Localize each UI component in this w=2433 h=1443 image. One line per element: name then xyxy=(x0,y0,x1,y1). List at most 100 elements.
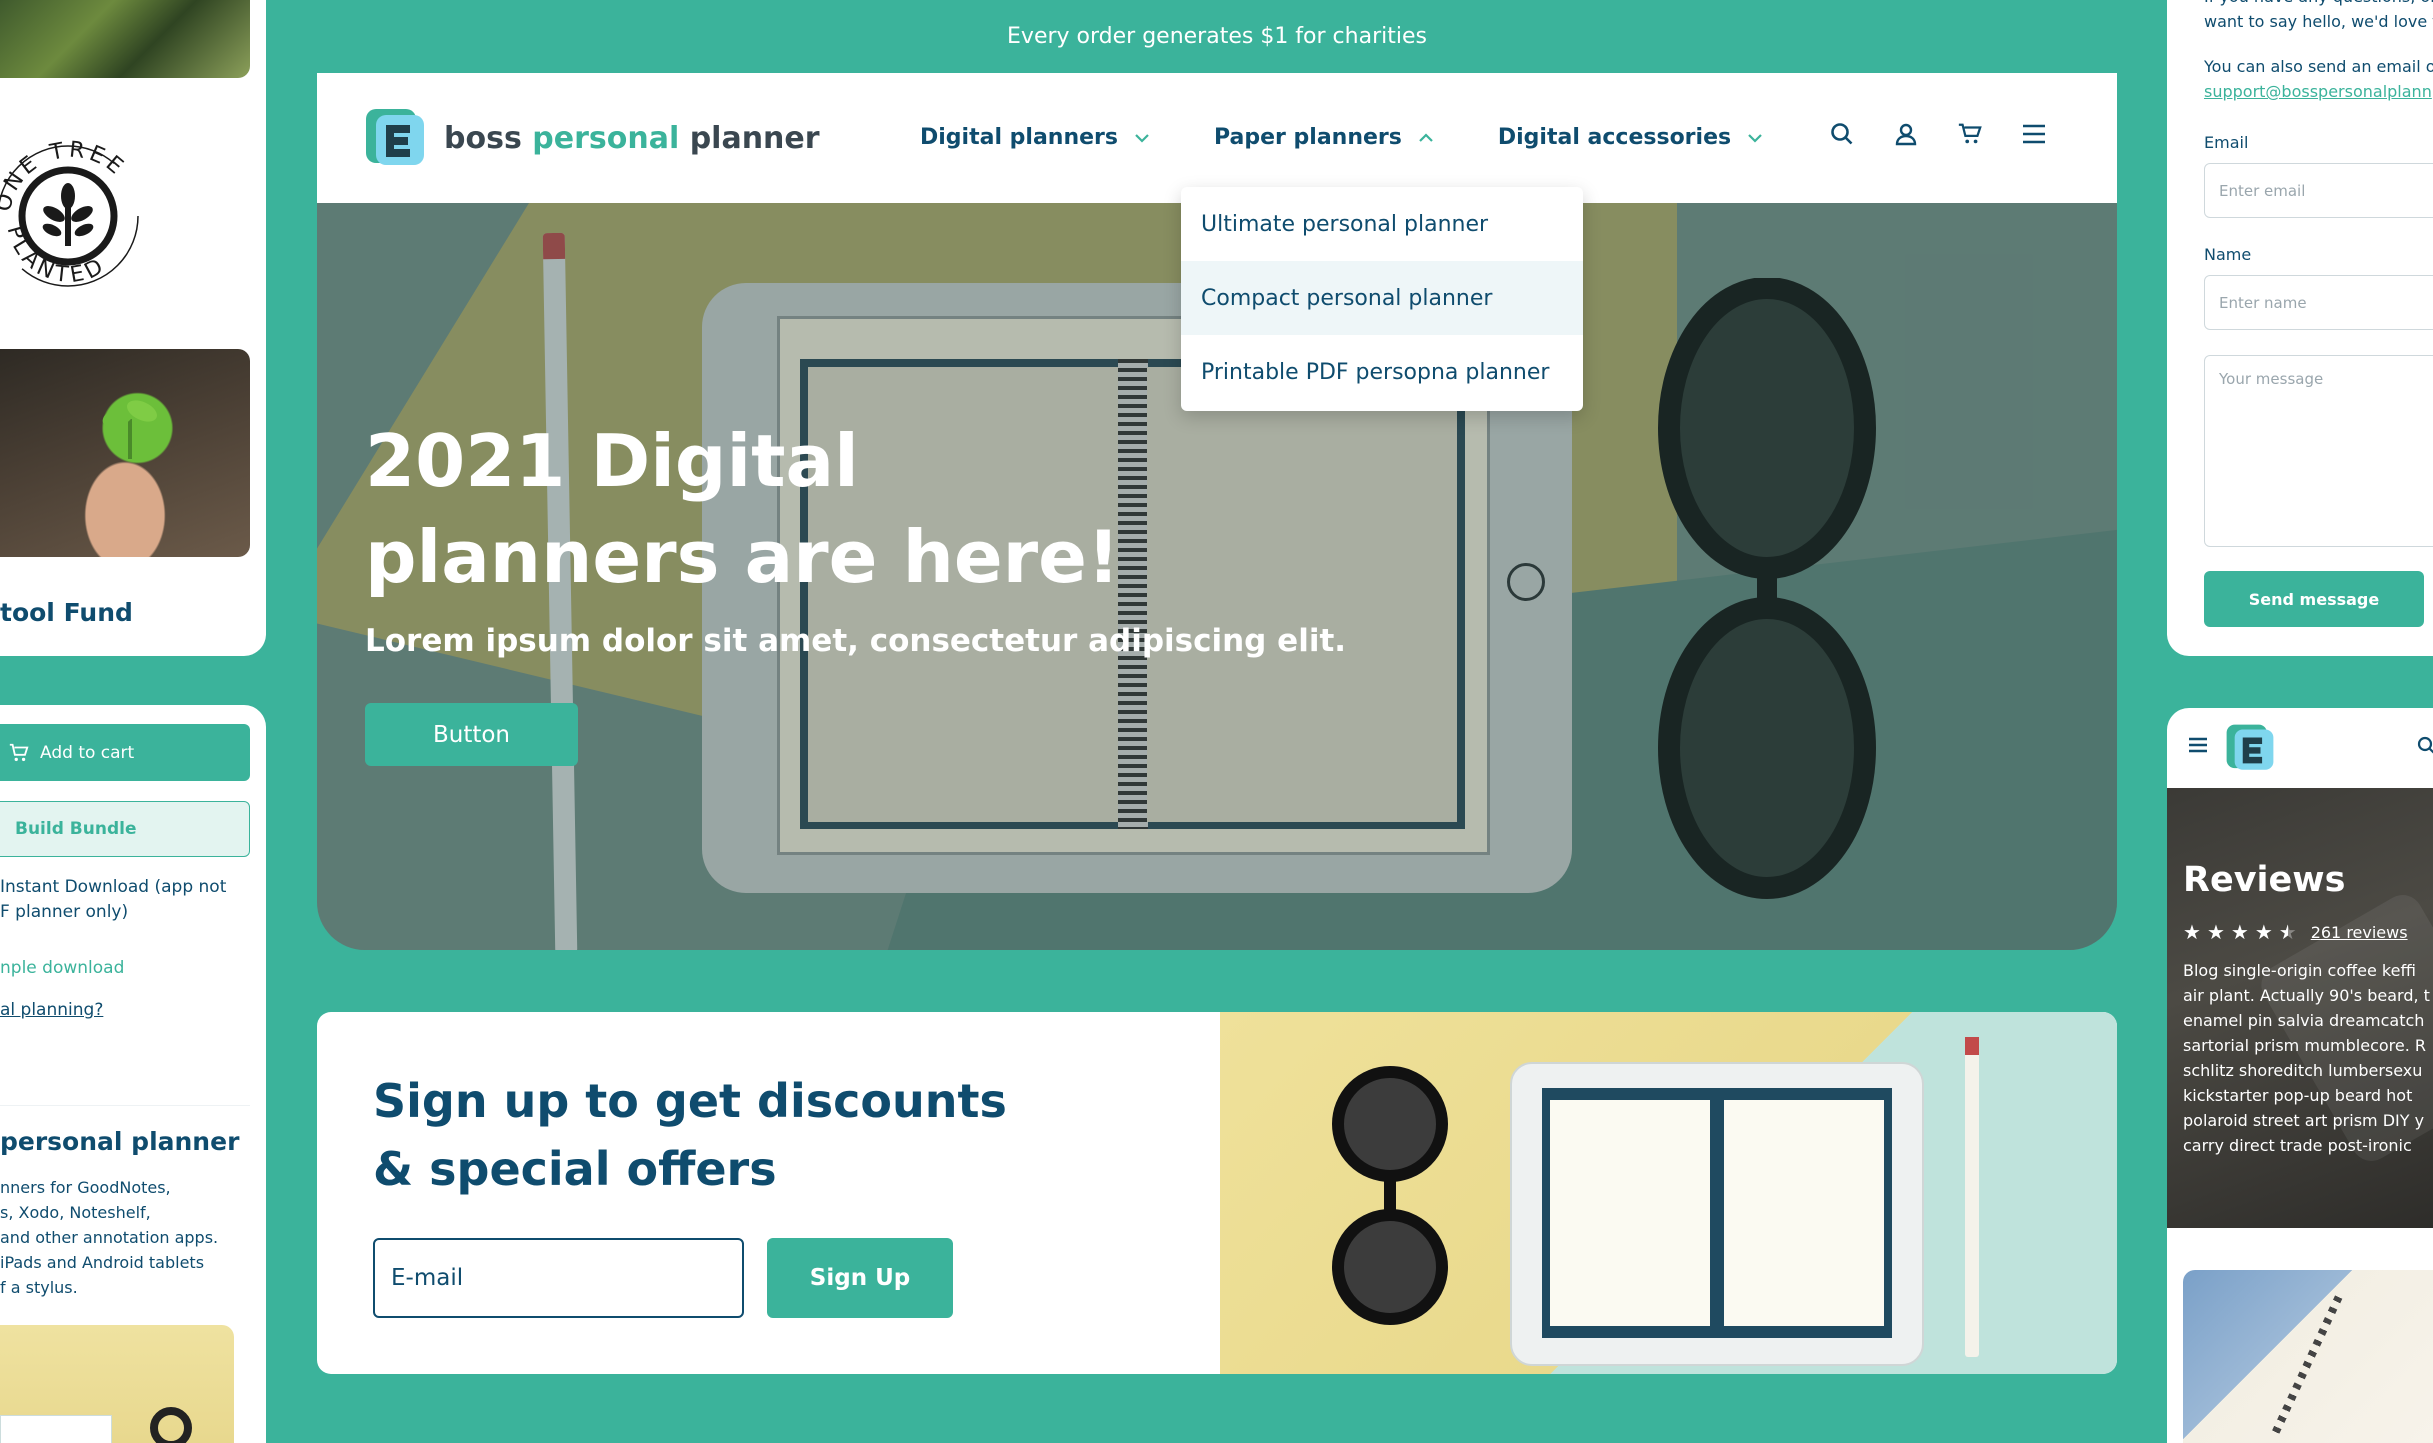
nav-digital-planners[interactable]: Digital planners xyxy=(920,125,1150,150)
glasses-image xyxy=(1332,1066,1448,1325)
star-icon: ★ xyxy=(2206,920,2225,944)
signup-title-line-1: Sign up to get discounts xyxy=(373,1074,1007,1128)
name-label: Name xyxy=(2204,245,2252,264)
pencil-image xyxy=(1965,1037,1979,1357)
planner-binder-photo xyxy=(2183,1270,2433,1443)
email-label: Email xyxy=(2204,133,2249,152)
star-icon: ★ xyxy=(2230,920,2249,944)
add-to-cart-button[interactable]: Add to cart xyxy=(0,724,250,781)
email-field[interactable] xyxy=(2204,163,2433,218)
seedling-icon xyxy=(102,400,157,459)
instant-download-note: Instant Download (app not F planner only… xyxy=(0,875,226,925)
support-email-link[interactable]: support@bosspersonalplann xyxy=(2204,82,2432,101)
navbar: boss personal planner Digital planners P… xyxy=(317,73,2117,203)
hero-subtitle: Lorem ipsum dolor sit amet, consectetur … xyxy=(365,623,1347,659)
contact-panel: If you have any questions, or want to sa… xyxy=(2167,0,2433,656)
logo-icon xyxy=(366,109,424,165)
contact-email-text: You can also send an email o xyxy=(2204,57,2433,76)
left-impact-panel: ONE TREE PLANTED tool Fund xyxy=(0,0,266,656)
desc-line: nners for GoodNotes, xyxy=(0,1178,171,1197)
left-product-panel: Add to cart Build Bundle Instant Downloa… xyxy=(0,705,266,1443)
main-page: Every order generates $1 for charities b… xyxy=(317,0,2117,950)
nav-digital-accessories[interactable]: Digital accessories xyxy=(1498,125,1763,150)
brand-logo[interactable]: boss personal planner xyxy=(364,107,820,169)
account-icon[interactable] xyxy=(1893,121,1919,147)
tablet-image xyxy=(1510,1062,1924,1366)
message-field[interactable] xyxy=(2204,355,2433,547)
dropdown-item-compact[interactable]: Compact personal planner xyxy=(1181,261,1583,335)
promo-banner: Every order generates $1 for charities xyxy=(317,0,2117,73)
cart-icon xyxy=(9,743,29,761)
hero-title-line-2: planners are here! xyxy=(365,515,1120,599)
contact-intro-line-1: If you have any questions, or xyxy=(2204,0,2433,9)
name-field[interactable] xyxy=(2204,275,2433,330)
tablet-image xyxy=(0,1415,112,1443)
hero-title: 2021 Digital planners are here! xyxy=(365,413,1120,605)
signup-section: Sign up to get discounts & special offer… xyxy=(317,1012,2117,1374)
planner-page-left xyxy=(1550,1100,1710,1326)
one-tree-planted-logo: ONE TREE PLANTED xyxy=(0,138,139,288)
signup-product-photo xyxy=(1220,1012,2117,1374)
instant-line-1: Instant Download (app not xyxy=(0,877,227,897)
nav-label: Digital planners xyxy=(920,125,1118,150)
sample-download-link[interactable]: nple download xyxy=(0,958,124,978)
chevron-down-icon xyxy=(1135,133,1149,143)
desc-line: and other annotation apps. xyxy=(0,1228,219,1247)
dropdown-item-ultimate[interactable]: Ultimate personal planner xyxy=(1181,187,1583,261)
desc-line: iPads and Android tablets xyxy=(0,1253,205,1272)
brand-name: boss personal planner xyxy=(444,121,820,156)
review-text: Blog single-origin coffee keffi air plan… xyxy=(2183,961,2430,1155)
build-bundle-button[interactable]: Build Bundle xyxy=(0,801,250,857)
chevron-up-icon xyxy=(1419,132,1433,142)
dropdown-item-printable[interactable]: Printable PDF persopna planner xyxy=(1181,335,1583,409)
signup-email-input[interactable] xyxy=(373,1238,744,1318)
planner-product-photo xyxy=(0,1325,234,1443)
personal-planner-description: nners for GoodNotes, s, Xodo, Noteshelf,… xyxy=(0,1175,245,1300)
send-message-button[interactable]: Send message xyxy=(2204,571,2424,627)
mobile-preview-panel: Reviews ★ ★ ★ ★ ★ 261 reviews Blog singl… xyxy=(2167,708,2433,1443)
binder-rings xyxy=(2271,1295,2343,1435)
brand-word-planner: planner xyxy=(689,120,820,156)
signup-button[interactable]: Sign Up xyxy=(767,1238,953,1318)
digital-planning-link[interactable]: al planning? xyxy=(0,1000,103,1020)
seedling-photo xyxy=(0,349,250,557)
chevron-down-icon xyxy=(1748,133,1762,143)
reviews-title: Reviews xyxy=(2183,860,2346,900)
brand-word-personal: personal xyxy=(532,120,680,156)
nav-label: Paper planners xyxy=(1213,125,1402,150)
contact-intro: If you have any questions, or want to sa… xyxy=(2204,0,2433,34)
paper-planners-dropdown: Ultimate personal planner Compact person… xyxy=(1181,187,1583,411)
hamburger-menu-icon[interactable] xyxy=(2187,736,2209,758)
star-icon: ★ xyxy=(2254,920,2273,944)
cart-icon[interactable] xyxy=(1957,121,1983,147)
planner-page-right xyxy=(1724,1100,1884,1326)
forest-photo xyxy=(0,0,250,78)
half-star-icon: ★ xyxy=(2278,920,2297,944)
reviews-section: Reviews ★ ★ ★ ★ ★ 261 reviews Blog singl… xyxy=(2167,788,2433,1228)
hero-title-line-1: 2021 Digital xyxy=(365,419,859,503)
reviews-count-link[interactable]: 261 reviews xyxy=(2311,923,2408,942)
signup-title: Sign up to get discounts & special offer… xyxy=(373,1067,1007,1203)
logo-icon[interactable] xyxy=(2225,723,2275,773)
rating-stars: ★ ★ ★ ★ ★ 261 reviews xyxy=(2183,920,2408,944)
search-icon[interactable] xyxy=(2417,736,2433,760)
desc-line: s, Xodo, Noteshelf, xyxy=(0,1203,151,1222)
hero-button[interactable]: Button xyxy=(365,703,578,766)
contact-intro-line-2: want to say hello, we'd love t xyxy=(2204,12,2433,31)
fund-title: tool Fund xyxy=(0,598,133,627)
nav-label: Digital accessories xyxy=(1497,125,1732,150)
instant-line-2: F planner only) xyxy=(0,902,129,922)
search-icon[interactable] xyxy=(1829,121,1855,147)
brand-word-boss: boss xyxy=(444,120,522,156)
desc-line: f a stylus. xyxy=(0,1278,78,1297)
add-to-cart-label: Add to cart xyxy=(40,742,135,763)
main-nav: Digital planners Paper planners Digital … xyxy=(920,125,1763,150)
nav-paper-planners[interactable]: Paper planners xyxy=(1214,125,1434,150)
glasses-image xyxy=(150,1407,192,1443)
personal-planner-title: personal planner xyxy=(0,1127,240,1156)
nav-actions xyxy=(1829,121,2047,147)
hamburger-menu-icon[interactable] xyxy=(2021,121,2047,147)
signup-title-line-2: & special offers xyxy=(373,1142,777,1196)
star-icon: ★ xyxy=(2183,920,2201,944)
planner-screen-image xyxy=(1542,1088,1892,1338)
